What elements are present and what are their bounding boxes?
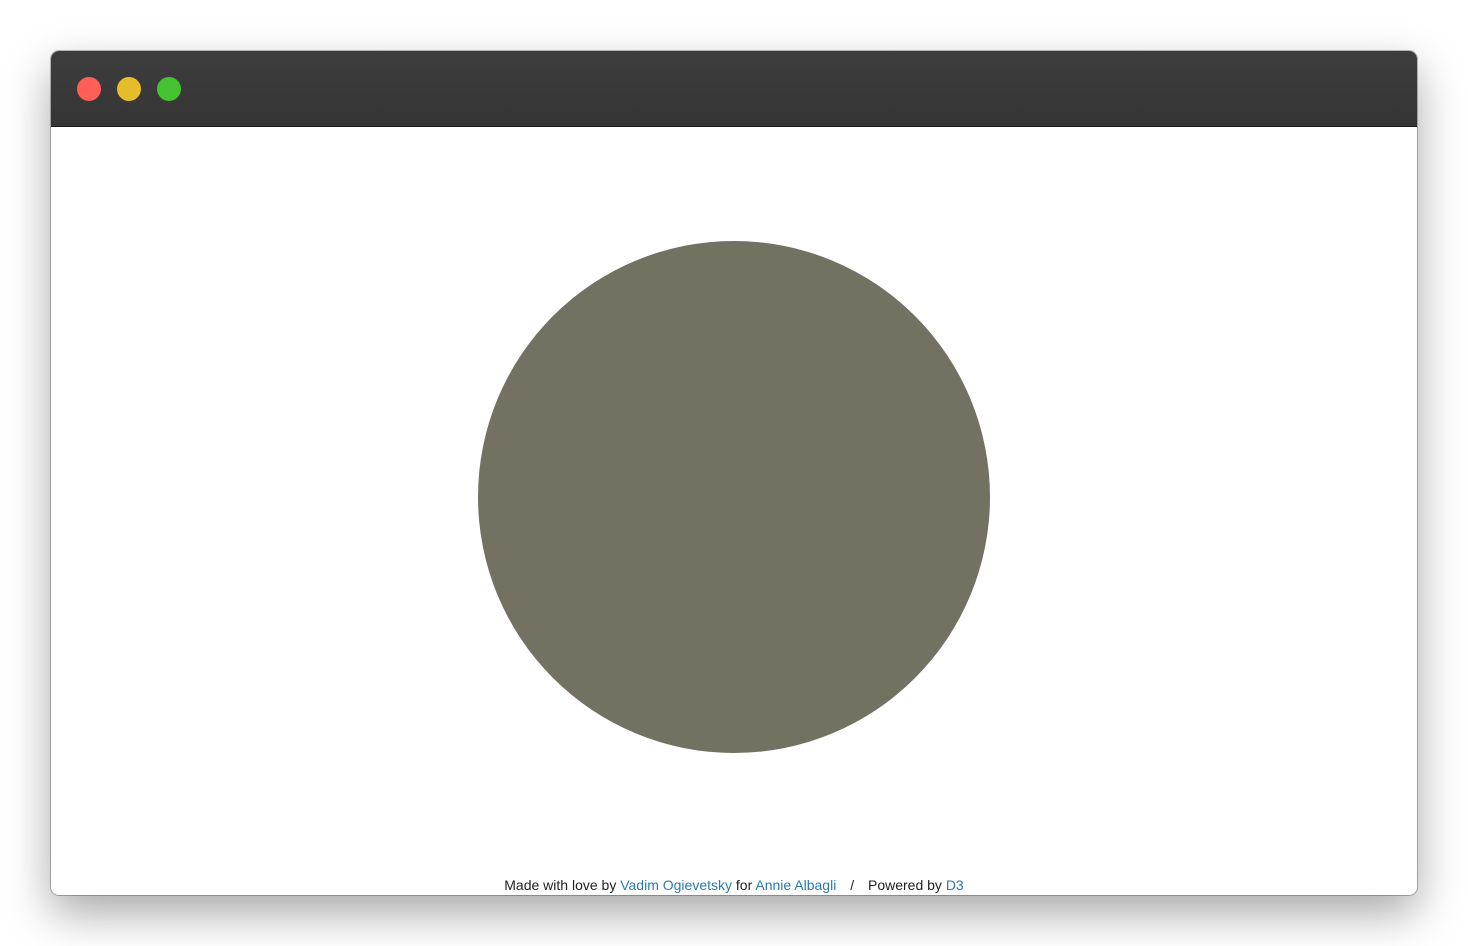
page-content: Made with love by Vadim Ogievetsky for A…: [51, 127, 1417, 895]
bubble-circle[interactable]: [478, 241, 990, 753]
author-link[interactable]: Vadim Ogievetsky: [620, 877, 732, 893]
minimize-window-button[interactable]: [117, 77, 141, 101]
made-with-love-text: Made with love by: [504, 877, 617, 893]
powered-by-text: Powered by: [867, 877, 942, 893]
window-titlebar: [51, 51, 1417, 127]
page-footer: Made with love by Vadim Ogievetsky for A…: [51, 877, 1417, 893]
browser-window: Made with love by Vadim Ogievetsky for A…: [51, 51, 1417, 895]
close-window-button[interactable]: [77, 77, 101, 101]
footer-separator: /: [850, 877, 855, 893]
recipient-link[interactable]: Annie Albagli: [755, 877, 836, 893]
maximize-window-button[interactable]: [157, 77, 181, 101]
d3-link[interactable]: D3: [946, 877, 964, 893]
for-text: for: [735, 877, 753, 893]
